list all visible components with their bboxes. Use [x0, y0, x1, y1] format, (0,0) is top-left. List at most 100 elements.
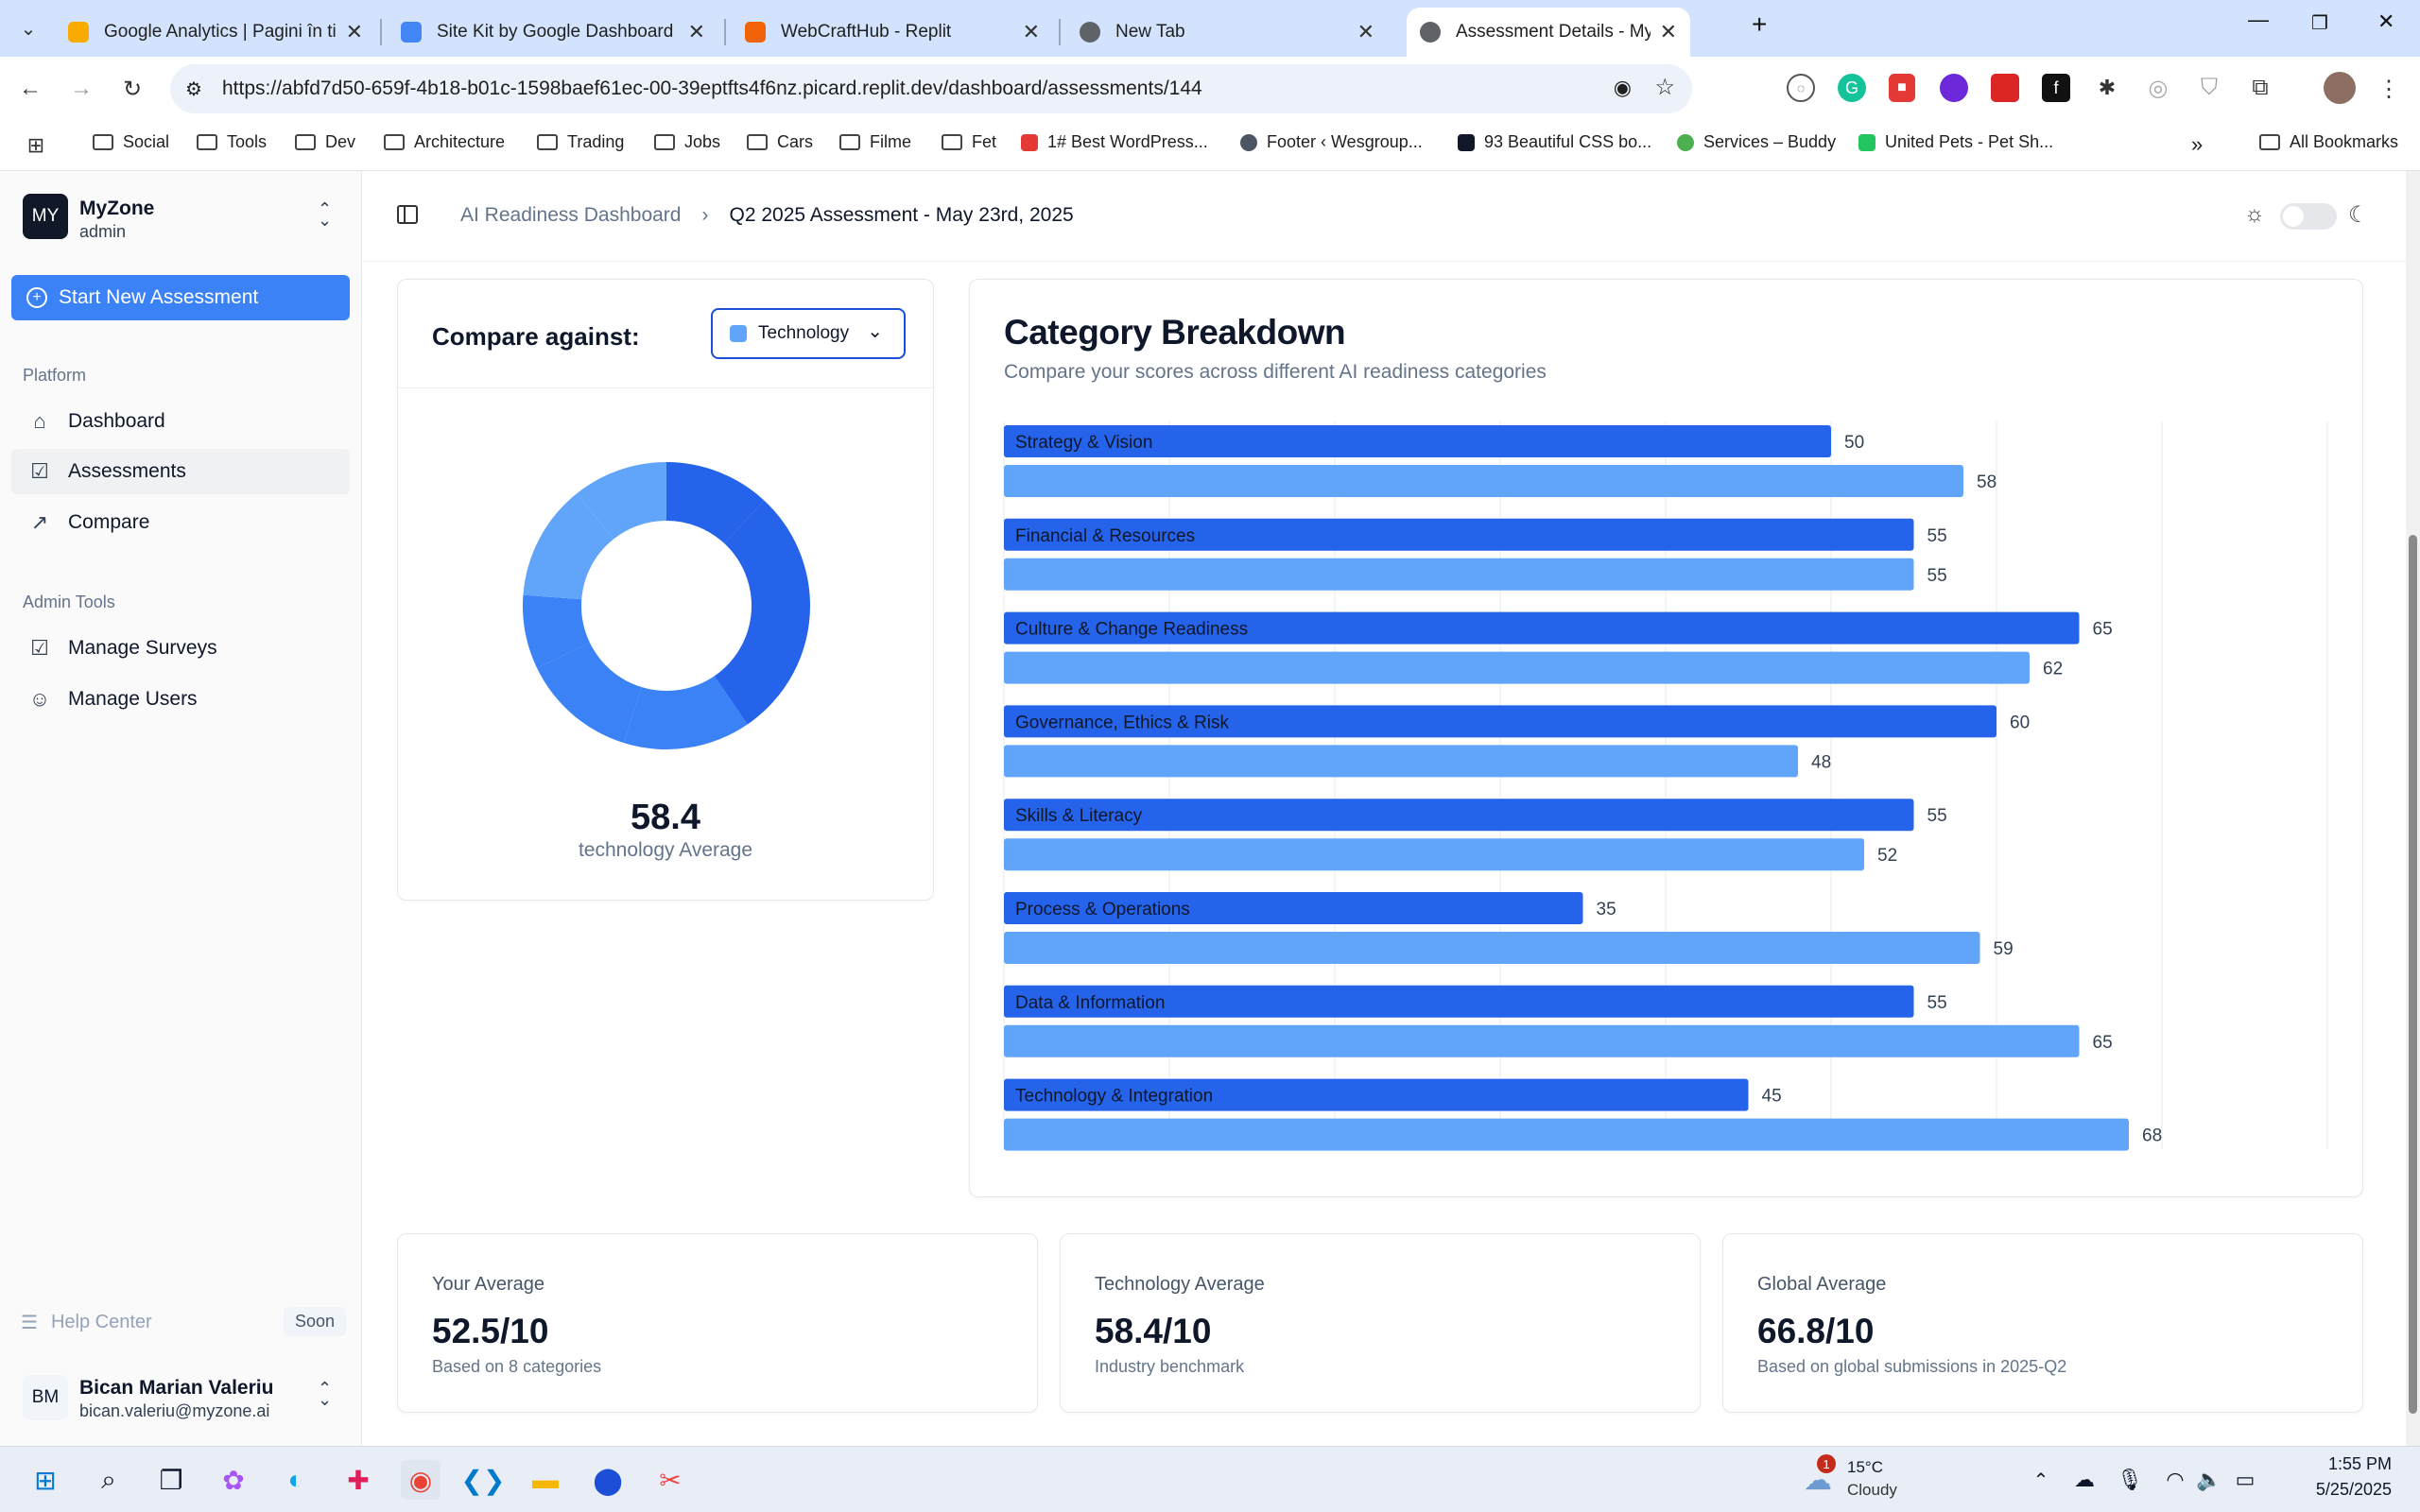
menu-icon[interactable]: ⋮: [2377, 72, 2401, 106]
battery-icon[interactable]: ▭: [2225, 1460, 2265, 1500]
task-view-icon[interactable]: ❐: [151, 1460, 191, 1500]
close-icon[interactable]: ✕: [1357, 20, 1374, 44]
theme-toggle[interactable]: [2280, 203, 2337, 230]
sidebar-item-manage-surveys[interactable]: ☑ Manage Surveys: [11, 626, 350, 671]
weather-widget[interactable]: ☁ 1 15°C Cloudy: [1796, 1454, 1938, 1505]
fonts-icon[interactable]: f: [2042, 74, 2070, 102]
search-icon[interactable]: ⌕: [89, 1460, 129, 1500]
windows-start-icon[interactable]: ⊞: [26, 1460, 65, 1500]
edge-icon[interactable]: ◐: [276, 1460, 316, 1500]
maps-icon[interactable]: ⬤: [588, 1460, 628, 1500]
compass-icon[interactable]: ◎: [2144, 74, 2172, 102]
bar[interactable]: [1004, 1118, 2129, 1151]
page-scrollbar[interactable]: [2406, 171, 2420, 1446]
star-icon[interactable]: ☆: [1654, 74, 1675, 101]
all-bookmarks[interactable]: All Bookmarks: [2259, 132, 2398, 152]
tab-search-icon[interactable]: ⌄: [13, 13, 43, 43]
copilot-icon[interactable]: ✿: [214, 1460, 253, 1500]
vscode-icon[interactable]: ❮❯: [461, 1460, 506, 1500]
org-switcher[interactable]: MyZone admin ⌃ ⌄: [0, 190, 362, 247]
bookmark-folder[interactable]: Social: [93, 132, 169, 152]
restore-icon[interactable]: ❐: [2311, 11, 2328, 35]
sidebar-item-dashboard[interactable]: ⌂ Dashboard: [11, 399, 350, 444]
close-icon[interactable]: ✕: [688, 20, 705, 44]
microphone-icon[interactable]: 🎙: [2110, 1460, 2150, 1500]
sidebar-item-compare[interactable]: ↗ Compare: [11, 500, 350, 545]
bar-value-label: 55: [1927, 526, 1947, 546]
bookmark-folder[interactable]: Cars: [747, 132, 813, 152]
bar[interactable]: [1004, 465, 1963, 497]
forward-icon[interactable]: →: [64, 72, 98, 106]
tab-divider: [724, 19, 726, 45]
sitekit-icon: [401, 22, 422, 43]
bookmark-folder[interactable]: Trading: [537, 132, 624, 152]
minimize-icon[interactable]: —: [2248, 8, 2269, 32]
onedrive-icon[interactable]: ☁: [2065, 1460, 2104, 1500]
more-bookmarks-icon[interactable]: »: [2191, 132, 2203, 157]
grammarly-icon[interactable]: G: [1838, 74, 1866, 102]
close-icon[interactable]: ✕: [346, 20, 363, 44]
browser-tab-active[interactable]: Assessment Details - MyZone A ✕: [1407, 8, 1690, 57]
bookmark-folder[interactable]: Tools: [197, 132, 267, 152]
bookmark-link[interactable]: Services – Buddy: [1677, 132, 1836, 152]
help-icon: ☰: [21, 1312, 38, 1333]
sidebar-toggle-icon[interactable]: [397, 205, 418, 224]
user-menu[interactable]: BM Bican Marian Valeriu bican.valeriu@my…: [0, 1362, 362, 1437]
shield-icon[interactable]: ⛉: [2195, 74, 2223, 102]
puzzle-icon[interactable]: ⧉: [2246, 74, 2274, 102]
bar[interactable]: [1004, 651, 2030, 684]
clipboard-icon: ☑: [30, 636, 49, 660]
bookmark-link[interactable]: United Pets - Pet Sh...: [1858, 132, 2053, 152]
bar[interactable]: [1004, 745, 1798, 778]
bookmark-folder[interactable]: Fet: [942, 132, 996, 152]
close-icon[interactable]: ✕: [1660, 20, 1677, 44]
chevron-up-icon[interactable]: ⌃: [2021, 1460, 2061, 1500]
url-input[interactable]: ⚙ https://abfd7d50-659f-4b18-b01c-1598ba…: [170, 64, 1692, 113]
bookmark-folder[interactable]: Dev: [295, 132, 355, 152]
bar[interactable]: [1004, 932, 1980, 964]
close-icon[interactable]: ✕: [1023, 20, 1040, 44]
close-window-icon[interactable]: ✕: [2377, 9, 2394, 34]
browser-tab[interactable]: New Tab ✕: [1066, 8, 1388, 57]
bookmark-folder[interactable]: Filme: [839, 132, 911, 152]
folder-icon: [384, 134, 405, 150]
start-new-assessment-button[interactable]: + Start New Assessment: [11, 275, 350, 320]
bar[interactable]: [1004, 558, 1914, 591]
bookmark-folder[interactable]: Architecture: [384, 132, 505, 152]
eye-icon[interactable]: ◉: [1614, 76, 1632, 100]
bookmark-link[interactable]: 1# Best WordPress...: [1021, 132, 1208, 152]
site-info-icon[interactable]: ⚙: [185, 77, 202, 101]
new-tab-icon[interactable]: +: [1752, 9, 1767, 40]
bookmark-link[interactable]: Footer ‹ Wesgroup...: [1240, 132, 1423, 152]
reload-icon[interactable]: ↻: [115, 72, 149, 106]
chrome-taskbar-icon[interactable]: ◉: [401, 1460, 441, 1500]
screenshot-icon[interactable]: [1991, 74, 2019, 102]
adblock-icon[interactable]: ■: [1889, 74, 1915, 102]
bar-value-label: 45: [1762, 1087, 1782, 1107]
apps-grid-icon[interactable]: ⊞: [23, 132, 49, 159]
bug-icon[interactable]: ✱: [2093, 74, 2121, 102]
bar[interactable]: [1004, 1024, 2080, 1057]
sidebar-item-assessments[interactable]: ☑ Assessments: [11, 449, 350, 494]
slack-icon[interactable]: ✚: [338, 1460, 378, 1500]
clock[interactable]: 1:55 PM 5/25/2025: [2278, 1454, 2392, 1500]
file-explorer-icon[interactable]: ▬: [526, 1460, 565, 1500]
clipboard-icon: ☑: [30, 459, 49, 483]
profile-avatar[interactable]: [2324, 72, 2356, 104]
browser-tab[interactable]: Site Kit by Google Dashboard ‹ ✕: [388, 8, 718, 57]
extension-icon[interactable]: ◌: [1787, 74, 1815, 102]
volume-icon[interactable]: 🔈: [2189, 1460, 2229, 1500]
sidebar-item-manage-users[interactable]: ☺ Manage Users: [11, 677, 350, 722]
bar[interactable]: [1004, 838, 1864, 871]
browser-chrome: ⌄ Google Analytics | Pagini în timp ✕ Si…: [0, 0, 2420, 171]
bookmark-folder[interactable]: Jobs: [654, 132, 720, 152]
compare-select[interactable]: Technology ⌄: [711, 308, 906, 359]
bookmark-link[interactable]: 93 Beautiful CSS bo...: [1458, 132, 1651, 152]
snipping-tool-icon[interactable]: ✂: [650, 1460, 690, 1500]
back-icon[interactable]: ←: [13, 72, 47, 106]
colorpicker-icon[interactable]: [1940, 74, 1968, 102]
browser-tab[interactable]: WebCraftHub - Replit ✕: [732, 8, 1053, 57]
scrollbar-thumb[interactable]: [2409, 535, 2417, 1414]
browser-tab[interactable]: Google Analytics | Pagini în timp ✕: [55, 8, 376, 57]
breadcrumb-parent[interactable]: AI Readiness Dashboard: [460, 204, 681, 227]
